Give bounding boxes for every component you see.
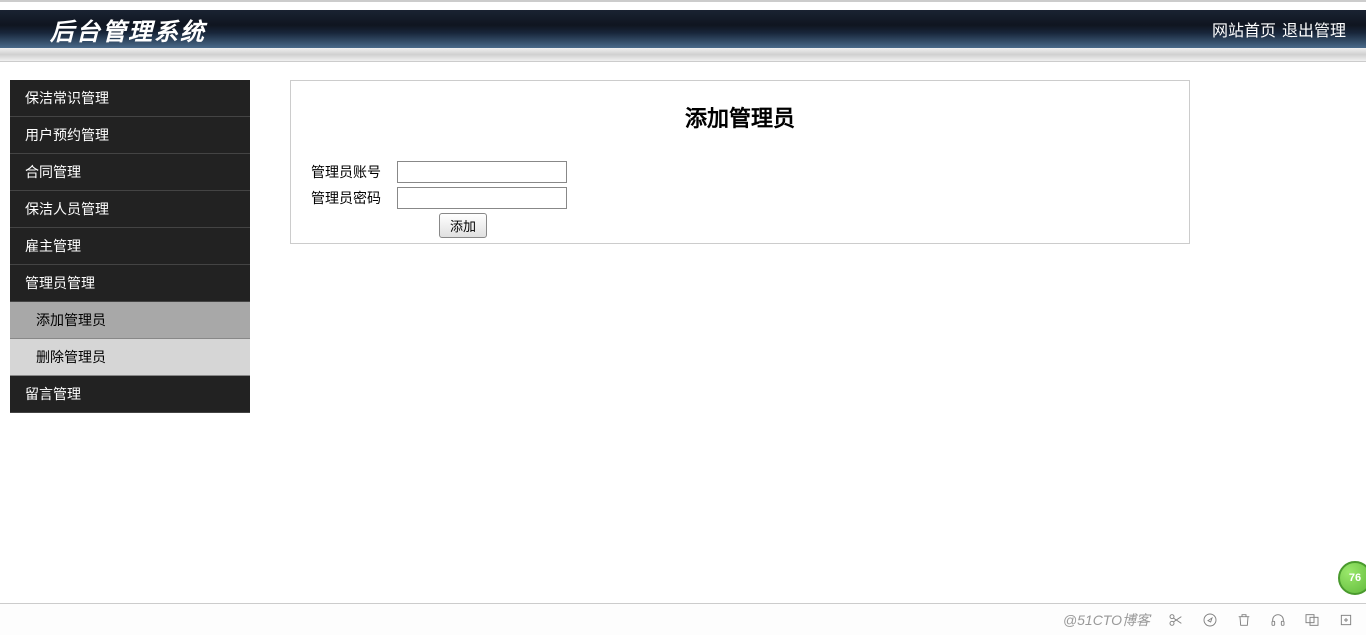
trash-icon[interactable] bbox=[1236, 612, 1252, 628]
system-title: 后台管理系统 bbox=[50, 12, 206, 47]
sidebar-sub-add-admin[interactable]: 添加管理员 bbox=[10, 302, 250, 339]
sub-bar bbox=[0, 48, 1366, 62]
headphones-icon[interactable] bbox=[1270, 612, 1286, 628]
layers-icon[interactable] bbox=[1304, 612, 1320, 628]
submit-button[interactable]: 添加 bbox=[439, 213, 487, 238]
form-row-password: 管理员密码 bbox=[311, 187, 1169, 209]
sidebar-item-user-appointment[interactable]: 用户预约管理 bbox=[10, 117, 250, 154]
form-button-row: 添加 bbox=[311, 213, 1169, 238]
sidebar: 保洁常识管理 用户预约管理 合同管理 保洁人员管理 雇主管理 管理员管理 添加管… bbox=[10, 80, 250, 413]
password-input[interactable] bbox=[397, 187, 567, 209]
account-input[interactable] bbox=[397, 161, 567, 183]
sidebar-item-cleaning-knowledge[interactable]: 保洁常识管理 bbox=[10, 80, 250, 117]
sidebar-item-contract[interactable]: 合同管理 bbox=[10, 154, 250, 191]
header-links: 网站首页 退出管理 bbox=[1212, 17, 1346, 41]
floating-badge[interactable]: 76 bbox=[1338, 561, 1366, 595]
sidebar-sub-delete-admin[interactable]: 删除管理员 bbox=[10, 339, 250, 376]
body-wrap: 保洁常识管理 用户预约管理 合同管理 保洁人员管理 雇主管理 管理员管理 添加管… bbox=[0, 62, 1366, 413]
watermark-text: @51CTO博客 bbox=[1063, 610, 1150, 630]
sidebar-item-cleaning-staff[interactable]: 保洁人员管理 bbox=[10, 191, 250, 228]
sidebar-item-admin[interactable]: 管理员管理 bbox=[10, 265, 250, 302]
bottom-bar: @51CTO博客 bbox=[0, 603, 1366, 635]
panel-title: 添加管理员 bbox=[311, 101, 1169, 133]
sidebar-item-messages[interactable]: 留言管理 bbox=[10, 376, 250, 413]
home-link[interactable]: 网站首页 bbox=[1212, 17, 1276, 41]
header-bar: 后台管理系统 网站首页 退出管理 bbox=[0, 10, 1366, 48]
password-label: 管理员密码 bbox=[311, 188, 397, 208]
compass-icon[interactable] bbox=[1202, 612, 1218, 628]
main-panel: 添加管理员 管理员账号 管理员密码 添加 bbox=[290, 80, 1190, 244]
scissors-icon[interactable] bbox=[1168, 612, 1184, 628]
top-space bbox=[0, 2, 1366, 10]
form-row-account: 管理员账号 bbox=[311, 161, 1169, 183]
expand-icon[interactable] bbox=[1338, 612, 1354, 628]
account-label: 管理员账号 bbox=[311, 162, 397, 182]
sidebar-item-employer[interactable]: 雇主管理 bbox=[10, 228, 250, 265]
logout-link[interactable]: 退出管理 bbox=[1282, 17, 1346, 41]
